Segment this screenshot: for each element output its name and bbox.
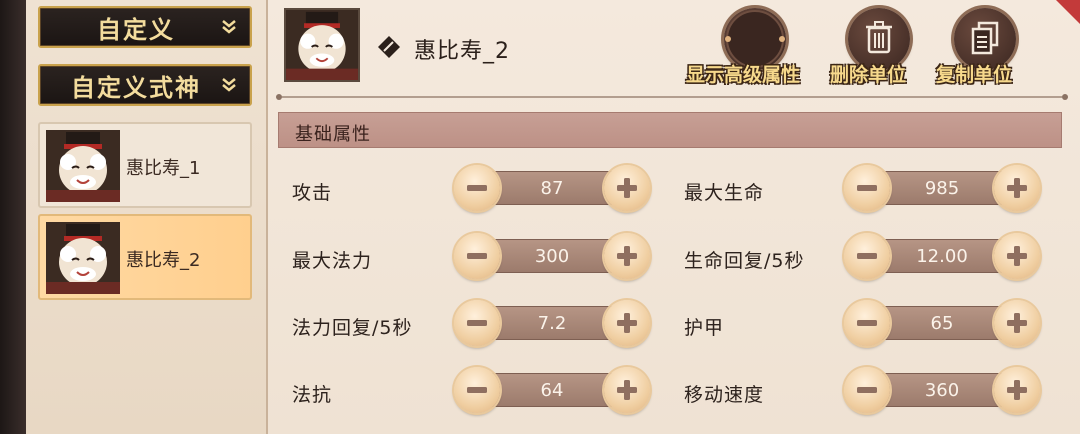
decrement-button[interactable] bbox=[844, 367, 890, 413]
minus-icon bbox=[467, 185, 487, 191]
decrement-button[interactable] bbox=[844, 165, 890, 211]
unit-title: 惠比寿_2 bbox=[414, 39, 510, 64]
left-edge bbox=[0, 0, 26, 434]
minus-icon bbox=[467, 320, 487, 326]
custom-shikigami-dropdown[interactable]: 自定义式神 bbox=[38, 64, 252, 106]
stat-label: 护甲 bbox=[684, 317, 725, 339]
plus-icon bbox=[617, 178, 637, 198]
section-title: 基础属性 bbox=[295, 124, 371, 145]
stat-label: 法抗 bbox=[292, 384, 333, 406]
chevron-down-icon bbox=[222, 78, 236, 92]
move-speed-stepper[interactable]: 360 bbox=[844, 367, 1040, 413]
basic-attributes-section: 基础属性 bbox=[278, 112, 1062, 148]
max-mana-stepper[interactable]: 300 bbox=[454, 233, 650, 279]
hp-regen-stepper[interactable]: 12.00 bbox=[844, 233, 1040, 279]
unit-name: 惠比寿_2 bbox=[126, 250, 201, 271]
stat-label: 法力回复/5秒 bbox=[292, 317, 413, 339]
increment-button[interactable] bbox=[604, 165, 650, 211]
decrement-button[interactable] bbox=[454, 300, 500, 346]
custom-dropdown[interactable]: 自定义 bbox=[38, 6, 252, 48]
minus-icon bbox=[857, 185, 877, 191]
plus-icon bbox=[617, 380, 637, 400]
increment-button[interactable] bbox=[604, 233, 650, 279]
minus-icon bbox=[857, 320, 877, 326]
plus-icon bbox=[1007, 178, 1027, 198]
corner-ribbon bbox=[1056, 0, 1080, 24]
decrement-button[interactable] bbox=[844, 300, 890, 346]
magic-resist-stepper[interactable]: 64 bbox=[454, 367, 650, 413]
plus-icon bbox=[1007, 313, 1027, 333]
custom-shikigami-dropdown-label: 自定义式神 bbox=[71, 73, 201, 102]
stat-label: 最大生命 bbox=[684, 182, 765, 204]
stat-label: 攻击 bbox=[292, 182, 333, 204]
increment-button[interactable] bbox=[604, 300, 650, 346]
decrement-button[interactable] bbox=[454, 367, 500, 413]
armor-stepper[interactable]: 65 bbox=[844, 300, 1040, 346]
unit-name: 惠比寿_1 bbox=[126, 158, 201, 179]
copy-unit-label: 复制单位 bbox=[936, 64, 1013, 86]
decrement-button[interactable] bbox=[454, 165, 500, 211]
minus-icon bbox=[857, 253, 877, 259]
ebisu-avatar bbox=[46, 130, 120, 202]
unit-editor-panel: 惠比寿_2 显示高级属性 删除单位 复制单位 基础属性 攻击 87 最大生命 9… bbox=[268, 0, 1080, 434]
increment-button[interactable] bbox=[994, 233, 1040, 279]
edit-name-icon[interactable] bbox=[376, 34, 402, 60]
increment-button[interactable] bbox=[994, 367, 1040, 413]
mana-regen-stepper[interactable]: 7.2 bbox=[454, 300, 650, 346]
max-hp-stepper[interactable]: 985 bbox=[844, 165, 1040, 211]
show-advanced-label: 显示高级属性 bbox=[686, 64, 801, 86]
header-divider bbox=[276, 94, 1068, 100]
increment-button[interactable] bbox=[994, 165, 1040, 211]
current-unit-avatar bbox=[284, 8, 360, 82]
decrement-button[interactable] bbox=[454, 233, 500, 279]
attack-stepper[interactable]: 87 bbox=[454, 165, 650, 211]
delete-unit-label: 删除单位 bbox=[830, 64, 907, 86]
stat-label: 生命回复/5秒 bbox=[684, 250, 805, 272]
minus-icon bbox=[857, 387, 877, 393]
plus-icon bbox=[1007, 380, 1027, 400]
minus-icon bbox=[467, 253, 487, 259]
stat-label: 最大法力 bbox=[292, 250, 373, 272]
minus-icon bbox=[467, 387, 487, 393]
custom-dropdown-label: 自定义 bbox=[97, 15, 175, 44]
unit-list-item[interactable]: 惠比寿_1 bbox=[38, 122, 252, 208]
plus-icon bbox=[617, 313, 637, 333]
increment-button[interactable] bbox=[604, 367, 650, 413]
decrement-button[interactable] bbox=[844, 233, 890, 279]
plus-icon bbox=[1007, 246, 1027, 266]
plus-icon bbox=[617, 246, 637, 266]
sidebar: 自定义 自定义式神 惠比寿_1 惠比寿_2 bbox=[26, 0, 268, 434]
increment-button[interactable] bbox=[994, 300, 1040, 346]
stat-label: 移动速度 bbox=[684, 384, 765, 406]
chevron-down-icon bbox=[222, 20, 236, 34]
unit-list-item-selected[interactable]: 惠比寿_2 bbox=[38, 214, 252, 300]
ebisu-avatar bbox=[46, 222, 120, 294]
